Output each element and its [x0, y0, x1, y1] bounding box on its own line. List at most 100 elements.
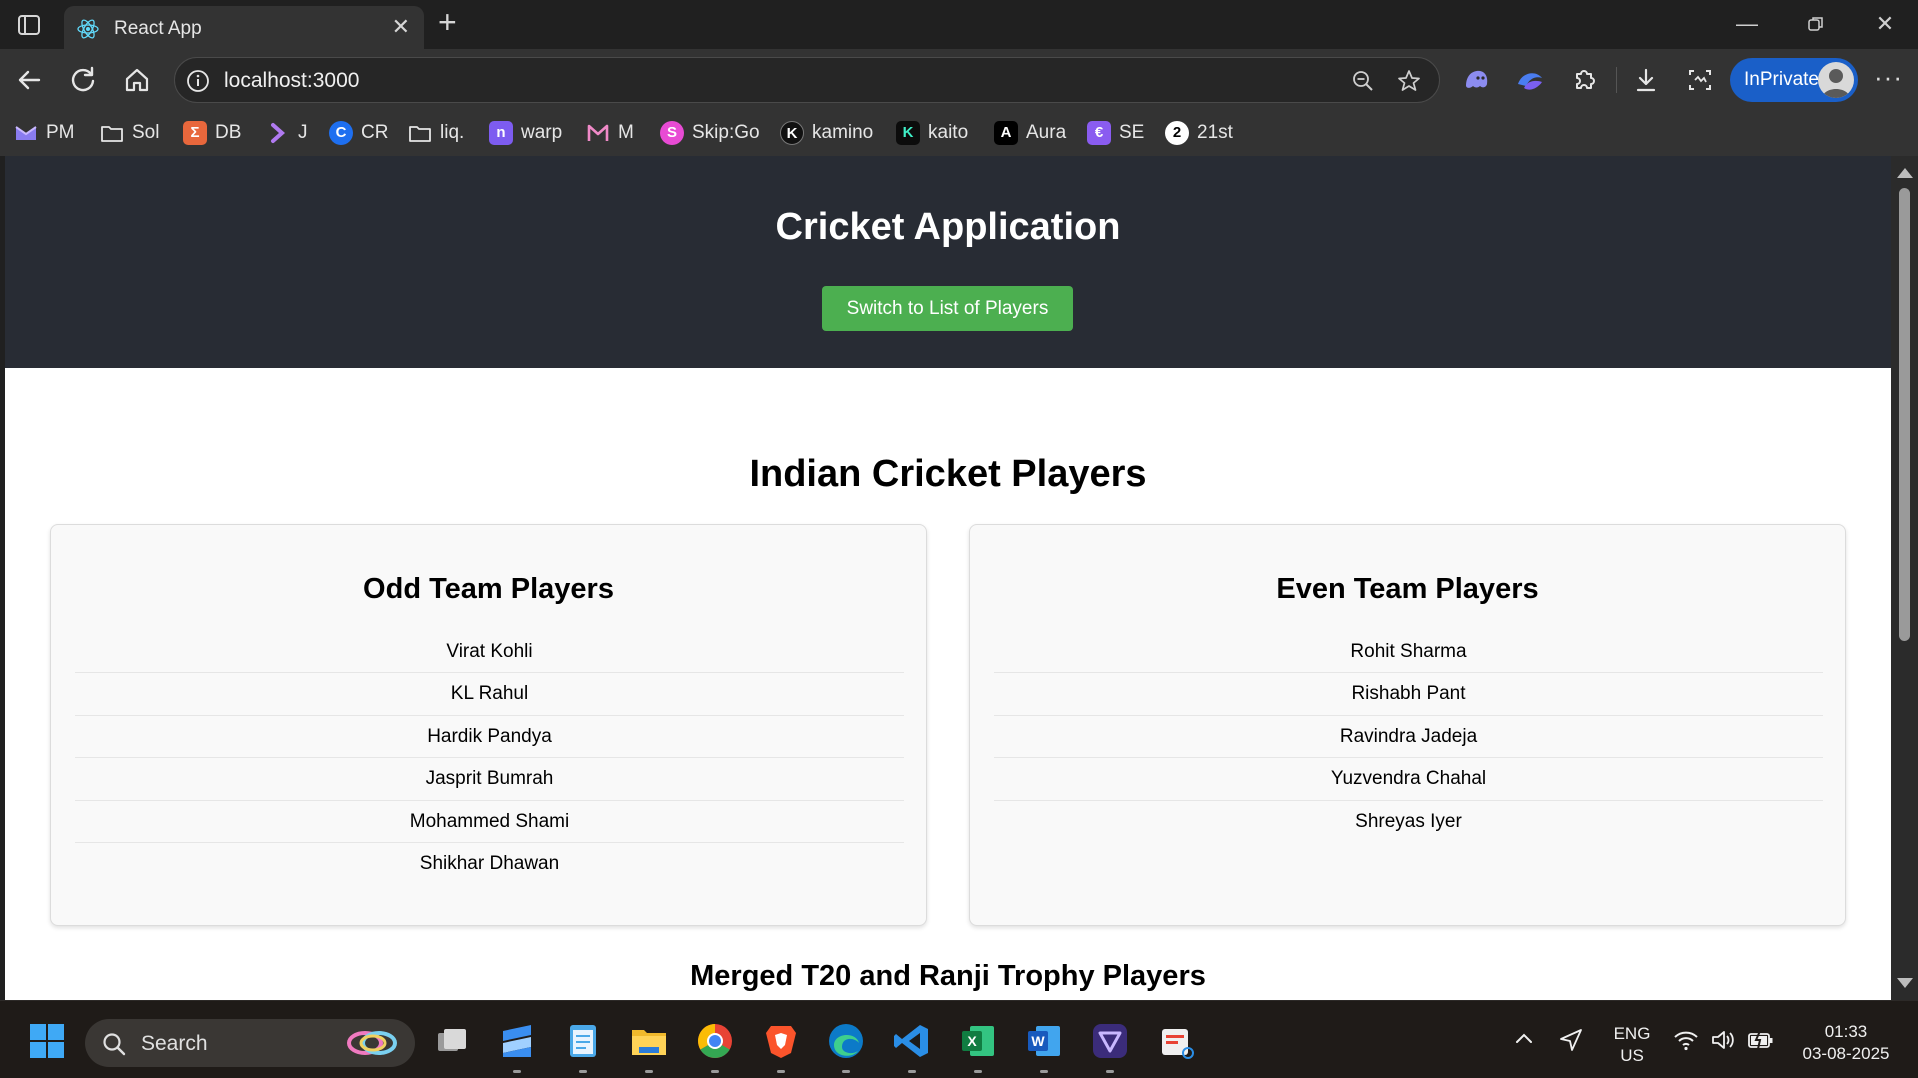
toolbar-divider — [1616, 67, 1617, 93]
running-indicator — [777, 1070, 785, 1073]
bookmark-kamino[interactable]: K kamino — [780, 118, 873, 148]
switch-to-list-button[interactable]: Switch to List of Players — [822, 286, 1073, 331]
favorite-star-icon[interactable] — [1397, 69, 1421, 93]
page-title: Cricket Application — [775, 206, 1121, 248]
extensions-puzzle-icon[interactable] — [1568, 64, 1600, 96]
more-options-icon[interactable]: ··· — [1874, 64, 1903, 90]
bookmark-label: liq. — [440, 122, 465, 143]
running-indicator — [908, 1070, 916, 1073]
volume-icon[interactable] — [1710, 1029, 1736, 1056]
taskbar: Search X W ENG US 01:33 03-08-2025 — [0, 1000, 1918, 1078]
scroll-up-arrow-icon[interactable] — [1897, 168, 1913, 178]
page-scrollbar[interactable] — [1891, 156, 1918, 1000]
bookmark-21st[interactable]: 2 21st — [1165, 118, 1233, 148]
bookmark-label: Sol — [132, 122, 160, 143]
bookmark-j[interactable]: J — [266, 118, 308, 148]
list-item: Rohit Sharma — [994, 631, 1823, 674]
wifi-icon[interactable] — [1673, 1029, 1699, 1056]
vscode-icon[interactable] — [892, 1021, 932, 1073]
bookmark-label: M — [618, 122, 634, 143]
svg-text:W: W — [1031, 1033, 1045, 1049]
show-hidden-icons-chevron-icon[interactable] — [1512, 1027, 1536, 1056]
tab-title: React App — [114, 18, 202, 39]
bookmark-skipgo[interactable]: S Skip:Go — [660, 118, 760, 148]
new-tab-button[interactable]: + — [438, 6, 457, 38]
db-icon: Σ — [183, 121, 207, 145]
extension-ghost-icon[interactable] — [1460, 64, 1492, 96]
close-window-button[interactable]: ✕ — [1865, 8, 1905, 40]
bookmark-label: SE — [1119, 122, 1145, 143]
bookmark-label: kamino — [812, 122, 874, 143]
address-bar[interactable]: localhost:3000 — [174, 57, 1440, 103]
restore-button[interactable] — [1796, 8, 1836, 40]
region-code: US — [1620, 1046, 1644, 1065]
tab-actions-icon[interactable] — [14, 10, 44, 40]
folder-icon — [408, 121, 432, 145]
excel-icon[interactable]: X — [958, 1021, 998, 1073]
windows-start-icon[interactable] — [27, 1021, 67, 1061]
running-indicator — [1106, 1070, 1114, 1073]
snipping-tool-icon[interactable] — [1156, 1021, 1196, 1061]
m-logo-icon — [586, 121, 610, 145]
tab-bar: React App ✕ + — ✕ — [0, 0, 1918, 49]
battery-charging-icon[interactable] — [1747, 1029, 1775, 1056]
list-item: Rishabh Pant — [994, 673, 1823, 716]
app-blue-icon[interactable] — [497, 1021, 537, 1073]
avatar — [1818, 62, 1854, 98]
bookmark-label: J — [298, 122, 308, 143]
language-code: ENG — [1613, 1024, 1651, 1043]
back-icon[interactable] — [12, 63, 46, 97]
scroll-thumb[interactable] — [1899, 188, 1910, 641]
word-icon[interactable]: W — [1024, 1021, 1064, 1073]
app-header: Cricket Application Switch to List of Pl… — [5, 156, 1891, 368]
bookmark-label: 21st — [1197, 122, 1233, 143]
odd-team-title: Odd Team Players — [363, 573, 614, 605]
scroll-down-arrow-icon[interactable] — [1897, 978, 1913, 988]
location-arrow-icon[interactable] — [1558, 1027, 1584, 1058]
bookmark-liq[interactable]: liq. — [408, 118, 464, 148]
bookmark-label: Aura — [1026, 122, 1067, 143]
screenshot-icon[interactable] — [1684, 64, 1716, 96]
bookmark-pm[interactable]: PM — [14, 118, 75, 148]
extension-wave-icon[interactable] — [1514, 64, 1546, 96]
bookmark-sol[interactable]: Sol — [100, 118, 159, 148]
brave-icon[interactable] — [761, 1021, 801, 1073]
bookmark-m[interactable]: M — [586, 118, 634, 148]
home-icon[interactable] — [120, 63, 154, 97]
chrome-icon[interactable] — [695, 1021, 735, 1073]
bookmark-se[interactable]: € SE — [1087, 118, 1144, 148]
bookmarks-bar: PM Sol Σ DB J C CR liq. n warp M S Skip:… — [0, 112, 1918, 156]
list-item: Shikhar Dhawan — [419, 852, 560, 874]
bookmark-label: DB — [215, 122, 242, 143]
minimize-button[interactable]: — — [1727, 8, 1767, 40]
edge-icon[interactable] — [826, 1021, 866, 1073]
bookmark-kaito[interactable]: K kaito — [896, 118, 968, 148]
bookmark-warp[interactable]: n warp — [489, 118, 562, 148]
taskbar-search[interactable]: Search — [85, 1019, 415, 1067]
inprivate-profile-button[interactable]: InPrivate — [1730, 58, 1858, 102]
j-chevron-icon — [266, 121, 290, 145]
site-info-icon[interactable] — [185, 68, 211, 94]
bookmark-cr[interactable]: C CR — [329, 118, 388, 148]
file-explorer-icon[interactable] — [629, 1021, 669, 1073]
bookmark-label: Skip:Go — [692, 122, 760, 143]
bookmark-db[interactable]: Σ DB — [183, 118, 241, 148]
tab-react-app[interactable]: React App ✕ — [64, 6, 424, 49]
refresh-icon[interactable] — [66, 63, 100, 97]
warp-icon: n — [489, 121, 513, 145]
bookmark-aura[interactable]: A Aura — [994, 118, 1066, 148]
notepad-icon[interactable] — [563, 1021, 603, 1073]
clock[interactable]: 01:33 03-08-2025 — [1786, 1021, 1906, 1065]
odd-team-player-list: Virat Kohli KL Rahul Hardik Pandya Jaspr… — [75, 631, 904, 885]
bookmark-label: CR — [361, 122, 389, 143]
task-view-icon[interactable] — [432, 1021, 472, 1061]
zoom-icon[interactable] — [1351, 69, 1375, 93]
kaito-icon: K — [896, 121, 920, 145]
list-item: Jasprit Bumrah — [75, 758, 904, 801]
proton-vpn-icon[interactable] — [1090, 1021, 1130, 1073]
downloads-icon[interactable] — [1630, 64, 1662, 96]
language-indicator[interactable]: ENG US — [1604, 1023, 1660, 1067]
close-tab-icon[interactable]: ✕ — [392, 16, 410, 38]
running-indicator — [974, 1070, 982, 1073]
list-item: Ravindra Jadeja — [994, 716, 1823, 759]
